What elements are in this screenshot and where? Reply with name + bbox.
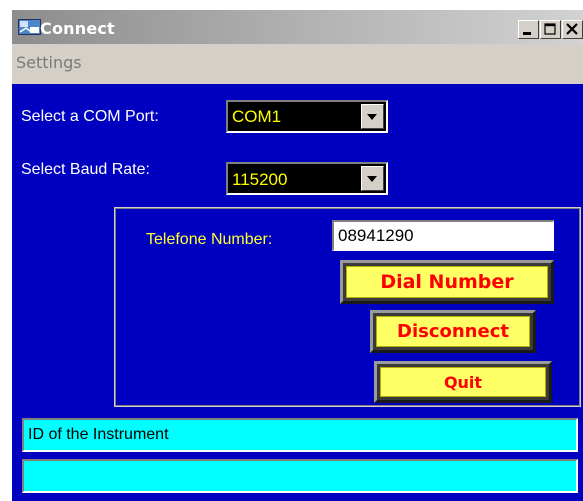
disconnect-label: Disconnect	[376, 316, 530, 347]
client-area: Select a COM Port: COM1 Select Baud Rate…	[12, 84, 583, 501]
com-port-select[interactable]: COM1	[226, 100, 388, 133]
disconnect-button[interactable]: Disconnect	[370, 310, 536, 353]
title-bar[interactable]: Connect	[12, 10, 583, 44]
quit-label: Quit	[380, 367, 546, 397]
minimize-button[interactable]	[518, 20, 539, 39]
instrument-id-field: ID of the Instrument	[22, 418, 578, 452]
telefone-label: Telefone Number:	[146, 231, 273, 248]
baud-rate-select[interactable]: 115200	[226, 162, 388, 195]
com-port-label: Select a COM Port:	[21, 108, 159, 125]
app-icon	[18, 19, 41, 35]
dial-number-button[interactable]: Dial Number	[340, 260, 554, 304]
menu-bar: Settings	[12, 44, 583, 84]
baud-rate-value: 115200	[232, 170, 288, 189]
com-port-value: COM1	[232, 107, 282, 126]
close-button[interactable]	[562, 20, 583, 39]
baud-rate-dropdown-button[interactable]	[361, 166, 384, 191]
maximize-icon	[544, 23, 556, 35]
com-port-dropdown-button[interactable]	[361, 104, 384, 129]
connect-window: Connect Settings Select a COM Port: COM1	[12, 10, 583, 501]
window-title: Connect	[40, 19, 115, 38]
menu-settings[interactable]: Settings	[16, 53, 82, 72]
baud-rate-label: Select Baud Rate:	[21, 161, 150, 178]
minimize-icon	[523, 32, 531, 35]
chevron-down-icon	[367, 114, 377, 120]
chevron-down-icon	[367, 176, 377, 182]
telefone-number-input[interactable]	[332, 220, 554, 251]
dial-panel: Telefone Number: Dial Number Disconnect …	[114, 207, 581, 407]
status-field	[22, 459, 578, 493]
instrument-id-text: ID of the Instrument	[28, 426, 169, 443]
close-icon	[566, 23, 578, 35]
maximize-button[interactable]	[540, 20, 561, 39]
quit-button[interactable]: Quit	[374, 361, 552, 403]
dial-number-label: Dial Number	[346, 266, 548, 298]
